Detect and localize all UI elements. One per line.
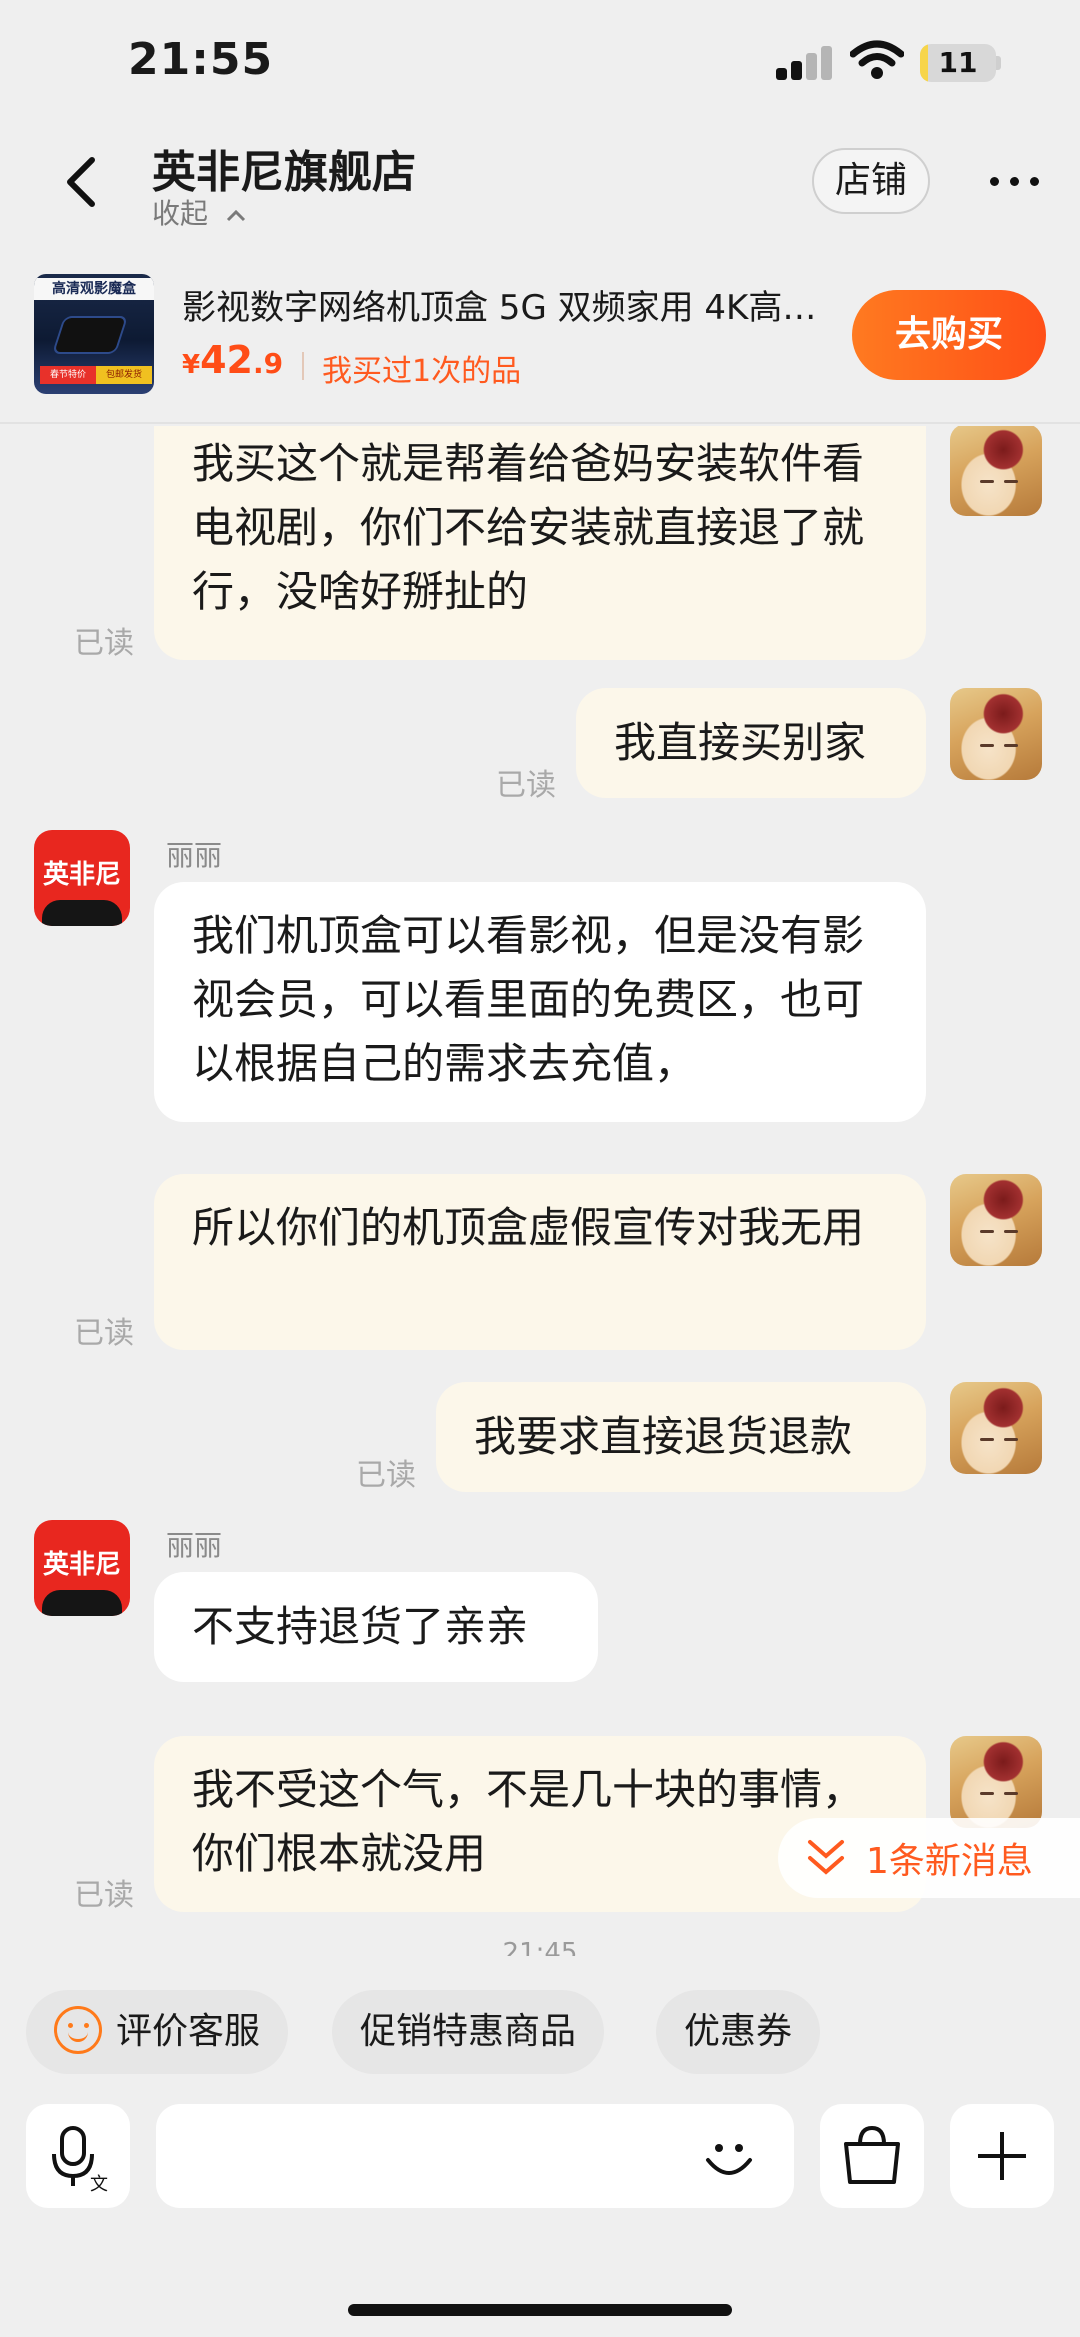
emoji-icon[interactable] [700,2128,758,2186]
read-receipt: 已读 [74,626,134,661]
product-card[interactable]: 高清观影魔盒 春节特价 包邮发货 影视数字网络机顶盒 5G 双频家用 4K高清电… [0,254,1080,424]
price-currency: ¥ [182,350,201,380]
thumb-tag: 包邮发货 [96,366,152,384]
message-bubble[interactable]: 我要求直接退货退款 [436,1382,926,1492]
message-input[interactable] [156,2104,794,2208]
battery-icon: 11 [920,44,996,82]
wifi-icon [850,40,904,79]
home-indicator[interactable] [348,2304,732,2316]
avatar-cat-shape [42,1590,122,1616]
purchase-history-note: 我买过1次的品 [322,354,522,389]
chip-label: 评价客服 [116,2011,261,2052]
user-avatar [950,1174,1042,1266]
quick-reply-promotions[interactable]: 促销特惠商品 [332,1990,605,2074]
svg-text:文: 文 [90,2174,108,2195]
store-button[interactable]: 店铺 [812,148,930,214]
quick-reply-rate-service[interactable]: 评价客服 [26,1990,289,2074]
quick-reply-coupons[interactable]: 优惠券 [656,1990,821,2074]
chip-label: 促销特惠商品 [360,2011,577,2052]
add-button[interactable] [950,2104,1054,2208]
user-avatar [950,1382,1042,1474]
message-text: 所以你们的机顶盒虚假宣传对我无用 [192,1203,865,1252]
read-receipt: 已读 [496,768,556,803]
message-bubble[interactable]: 所以你们的机顶盒虚假宣传对我无用 [154,1174,926,1350]
chat-header: 英非尼旗舰店 收起 店铺 [0,130,1080,250]
message-bubble[interactable]: 我直接买别家 [576,688,926,798]
message-text: 我买这个就是帮着给爸妈安装软件看电视剧，你们不给安装就直接退了就行，没啥好掰扯的 [192,439,865,616]
divider [302,352,304,380]
timestamp: 21:45 [502,1938,578,1956]
set-top-box-image [54,318,126,352]
status-time: 21:55 [128,34,274,85]
shop-avatar[interactable]: 英非尼 [34,830,130,926]
chat-messages[interactable]: 我买这个就是帮着给爸妈安装软件看电视剧，你们不给安装就直接退了就行，没啥好掰扯的… [0,426,1080,1956]
new-message-label: 1条新消息 [866,1841,1033,1882]
message-bubble[interactable]: 不支持退货了亲亲 [154,1572,598,1682]
thumb-tag: 春节特价 [40,366,96,384]
chevron-up-icon [226,209,245,222]
message-text: 我要求直接退货退款 [474,1412,853,1461]
battery-percent: 11 [938,46,978,79]
thumb-label: 高清观影魔盒 [34,278,154,300]
user-avatar [950,1736,1042,1828]
product-thumbnail: 高清观影魔盒 春节特价 包邮发货 [34,274,154,394]
message-text: 我不受这个气，不是几十块的事情，你们根本就没用 [192,1765,865,1878]
shopping-bag-icon [844,2125,900,2184]
collapse-toggle[interactable]: 收起 [152,192,247,232]
double-chevron-down-icon [808,1840,844,1875]
price-decimal: .9 [252,347,284,380]
input-bar: 文 [0,2104,1080,2224]
cellular-signal-icon [776,46,834,80]
message-bubble[interactable]: 我们机顶盒可以看影视，但是没有影视会员，可以看里面的免费区，也可以根据自己的需求… [154,882,926,1122]
voice-input-button[interactable]: 文 [26,2104,130,2208]
smile-icon [54,2006,102,2054]
read-receipt: 已读 [74,1316,134,1351]
microphone-icon: 文 [52,2126,108,2195]
plus-icon [978,2132,1026,2180]
read-receipt: 已读 [74,1878,134,1913]
product-price: ¥42.9 [182,338,283,382]
user-avatar [950,426,1042,516]
message-text: 我们机顶盒可以看影视，但是没有影视会员，可以看里面的免费区，也可以根据自己的需求… [192,911,865,1088]
new-message-indicator[interactable]: 1条新消息 [778,1818,1080,1898]
collapse-label: 收起 [152,197,209,230]
sender-name: 丽丽 [166,839,223,872]
message-text: 我直接买别家 [614,718,867,767]
chip-label: 优惠券 [684,2011,793,2052]
buy-button[interactable]: 去购买 [852,290,1046,380]
sender-name: 丽丽 [166,1529,223,1562]
user-avatar [950,688,1042,780]
shop-avatar[interactable]: 英非尼 [34,1520,130,1616]
status-bar: 21:55 11 [0,0,1080,130]
message-bubble[interactable]: 我买这个就是帮着给爸妈安装软件看电视剧，你们不给安装就直接退了就行，没啥好掰扯的 [154,426,926,660]
shop-name: 英非尼旗舰店 [152,147,416,198]
avatar-brand-text: 英非尼 [42,1550,121,1580]
message-text: 不支持退货了亲亲 [192,1602,529,1651]
more-options-icon[interactable] [986,166,1046,196]
battery-tip [996,56,1001,70]
avatar-cat-shape [42,900,122,926]
back-arrow-icon[interactable] [58,152,108,212]
price-integer: 42 [200,338,253,382]
shopping-bag-button[interactable] [820,2104,924,2208]
read-receipt: 已读 [356,1458,416,1493]
product-title: 影视数字网络机顶盒 5G 双频家用 4K高清电视盒子 [182,288,842,328]
avatar-brand-text: 英非尼 [42,860,121,890]
